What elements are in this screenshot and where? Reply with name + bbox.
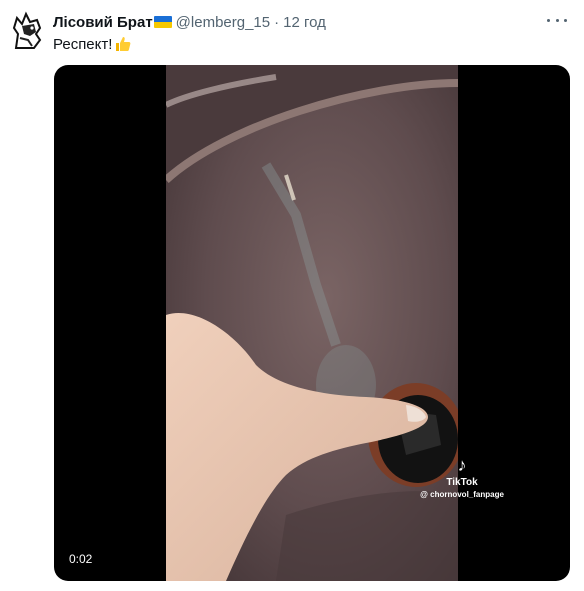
tweet-text-content: Респект! [53, 35, 113, 53]
tweet-card: Лісовий Брат @lemberg_15 · 12 год Респек… [0, 0, 584, 591]
ukraine-flag-icon [153, 16, 172, 28]
more-options-icon[interactable] [547, 12, 567, 28]
tweet-header: Лісовий Брат @lemberg_15 · 12 год [53, 12, 326, 32]
video-duration: 0:02 [64, 550, 98, 568]
separator-dot: · [274, 13, 280, 31]
video-player[interactable]: ♪ TikTok @ chornovol_fanpage 0:02 [54, 65, 570, 581]
tiktok-watermark: ♪ TikTok @ chornovol_fanpage [416, 455, 508, 499]
tiktok-logo-icon: ♪ [457, 455, 467, 475]
tweet-text: Респект! [53, 35, 132, 53]
author-handle[interactable]: @lemberg_15 [176, 14, 270, 31]
tiktok-username: @ chornovol_fanpage [420, 490, 504, 499]
thumbs-up-icon [116, 37, 131, 51]
tiktok-brand: TikTok [446, 477, 478, 488]
avatar[interactable] [10, 10, 46, 50]
video-frame [166, 65, 458, 581]
wolf-avatar-icon [12, 11, 42, 49]
author-name[interactable]: Лісовий Брат [53, 14, 153, 31]
tweet-timestamp[interactable]: 12 год [283, 14, 326, 31]
